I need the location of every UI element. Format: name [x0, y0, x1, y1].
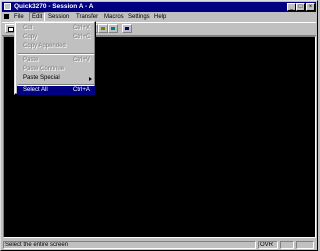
menu-settings[interactable]: Settings	[126, 12, 152, 22]
window-title: Quick3270 - Session A - A	[14, 3, 94, 10]
menu-item-paste[interactable]: Paste Ctrl+V	[17, 56, 95, 65]
edit-menu: Cut Ctrl+X Copy Ctrl+C Copy Appended Pas…	[14, 21, 96, 95]
transfer-icon[interactable]	[108, 24, 118, 33]
menu-help[interactable]: Help	[152, 12, 168, 22]
menu-item-cut[interactable]: Cut Ctrl+X	[17, 24, 95, 33]
menu-item-select-all[interactable]: Select All Ctrl+A	[17, 86, 95, 95]
menu-item-copy-appended[interactable]: Copy Appended	[17, 42, 95, 51]
menu-item-paste-special[interactable]: Paste Special	[17, 74, 95, 83]
disconnect-icon[interactable]	[98, 24, 108, 33]
menu-item-paste-continue[interactable]: Paste Continue	[17, 65, 95, 74]
minimize-icon[interactable]: _	[287, 3, 296, 11]
menu-macros[interactable]: Macros	[102, 12, 126, 22]
status-bar: Select the entire screen OVR	[2, 240, 316, 250]
title-bar[interactable]: Quick3270 - Session A - A _ □ ×	[2, 2, 316, 12]
maximize-icon[interactable]: □	[296, 3, 305, 11]
submenu-arrow-icon	[89, 77, 92, 81]
close-icon[interactable]: ×	[306, 3, 315, 11]
status-mode: OVR	[258, 241, 278, 249]
status-message: Select the entire screen	[3, 241, 256, 249]
help-icon[interactable]	[122, 24, 132, 33]
menu-separator	[18, 53, 94, 55]
app-icon[interactable]	[4, 3, 11, 10]
status-pane-blank	[280, 241, 294, 249]
menu-item-copy[interactable]: Copy Ctrl+C	[17, 33, 95, 42]
document-icon[interactable]	[4, 14, 9, 19]
status-pane-extra	[296, 241, 314, 249]
